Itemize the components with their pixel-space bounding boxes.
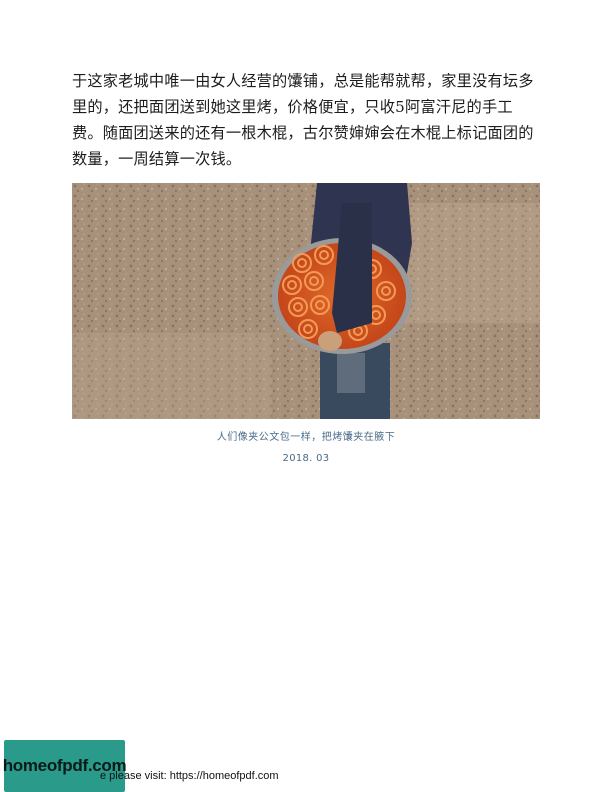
photo-caption: 人们像夹公文包一样，把烤馕夹在腋下 (216, 432, 396, 443)
footer-link-text[interactable]: e please visit: https://homeofpdf.com (100, 770, 279, 782)
body-paragraph: 于这家老城中唯一由女人经营的馕铺，总是能帮就帮，家里没有坛多里的，还把面团送到她… (72, 72, 534, 168)
photo-bread-carrier (72, 183, 540, 419)
homeofpdf-logo[interactable]: homeofpdf.com (3, 740, 127, 792)
publication-date: 2018. 03 (282, 453, 330, 464)
photo-illustration (72, 183, 540, 419)
